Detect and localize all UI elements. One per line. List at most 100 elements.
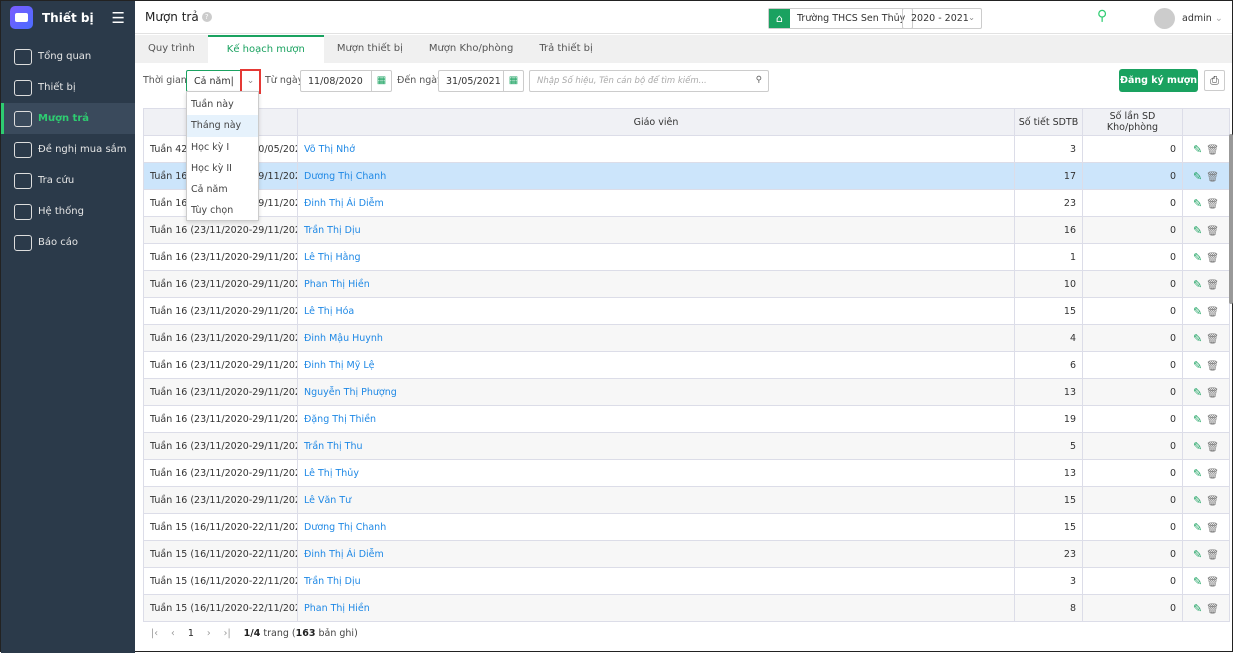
- tab-2[interactable]: Mượn thiết bị: [324, 35, 416, 63]
- delete-icon[interactable]: 🗑: [1206, 550, 1219, 561]
- teacher-link[interactable]: Nguyễn Thị Phượng: [297, 378, 1015, 406]
- edit-icon[interactable]: ✎: [1193, 305, 1202, 318]
- register-borrow-button[interactable]: Đăng ký mượn: [1119, 69, 1198, 92]
- dropdown-option[interactable]: Tháng này: [187, 115, 258, 137]
- delete-icon[interactable]: 🗑: [1206, 145, 1219, 156]
- edit-icon[interactable]: ✎: [1193, 602, 1202, 615]
- delete-icon[interactable]: 🗑: [1206, 442, 1219, 453]
- edit-icon[interactable]: ✎: [1193, 170, 1202, 183]
- edit-icon[interactable]: ✎: [1193, 332, 1202, 345]
- search-icon[interactable]: ⚲: [756, 75, 762, 85]
- delete-icon[interactable]: 🗑: [1206, 334, 1219, 345]
- table-row[interactable]: Tuần 15 (16/11/2020-22/11/2020) Trần Thị…: [143, 567, 1230, 595]
- delete-icon[interactable]: 🗑: [1206, 496, 1219, 507]
- sidebar-item-report[interactable]: Báo cáo: [1, 227, 135, 258]
- teacher-link[interactable]: Đặng Thị Thiền: [297, 405, 1015, 433]
- delete-icon[interactable]: 🗑: [1206, 388, 1219, 399]
- sidebar-item-equipment[interactable]: Thiết bị: [1, 72, 135, 103]
- delete-icon[interactable]: 🗑: [1206, 226, 1219, 237]
- edit-icon[interactable]: ✎: [1193, 494, 1202, 507]
- teacher-link[interactable]: Đinh Mậu Huynh: [297, 324, 1015, 352]
- dropdown-option[interactable]: Tùy chọn: [187, 200, 258, 221]
- table-row[interactable]: Tuần 16 (23/11/2020-29/11/2020) Lê Văn T…: [143, 486, 1230, 514]
- teacher-link[interactable]: Võ Thị Nhớ: [297, 135, 1015, 163]
- table-row[interactable]: Tuần 16 (23/11/2020-29/11/2020) Đinh Thị…: [143, 189, 1230, 217]
- sidebar-item-overview[interactable]: Tổng quan: [1, 41, 135, 72]
- teacher-link[interactable]: Lê Văn Tư: [297, 486, 1015, 514]
- teacher-link[interactable]: Lê Thị Hằng: [297, 243, 1015, 271]
- table-row[interactable]: Tuần 16 (23/11/2020-29/11/2020) Trần Thị…: [143, 432, 1230, 460]
- table-row[interactable]: Tuần 16 (23/11/2020-29/11/2020) Lê Thị H…: [143, 243, 1230, 271]
- teacher-link[interactable]: Dương Thị Chanh: [297, 162, 1015, 190]
- edit-icon[interactable]: ✎: [1193, 440, 1202, 453]
- dropdown-option[interactable]: Học kỳ I: [187, 137, 258, 158]
- edit-icon[interactable]: ✎: [1193, 224, 1202, 237]
- delete-icon[interactable]: 🗑: [1206, 253, 1219, 264]
- edit-icon[interactable]: ✎: [1193, 386, 1202, 399]
- edit-icon[interactable]: ✎: [1193, 278, 1202, 291]
- table-row[interactable]: Tuần 16 (23/11/2020-29/11/2020) Đặng Thị…: [143, 405, 1230, 433]
- current-page[interactable]: 1: [188, 628, 194, 639]
- sidebar-item-system[interactable]: Hệ thống: [1, 196, 135, 227]
- table-row[interactable]: Tuần 16 (23/11/2020-29/11/2020) Nguyễn T…: [143, 378, 1230, 406]
- edit-icon[interactable]: ✎: [1193, 143, 1202, 156]
- delete-icon[interactable]: 🗑: [1206, 172, 1219, 183]
- edit-icon[interactable]: ✎: [1193, 521, 1202, 534]
- delete-icon[interactable]: 🗑: [1206, 415, 1219, 426]
- table-row[interactable]: Tuần 16 (23/11/2020-29/11/2020) Lê Thị T…: [143, 459, 1230, 487]
- delete-icon[interactable]: 🗑: [1206, 280, 1219, 291]
- table-row[interactable]: Tuần 16 (23/11/2020-29/11/2020) Lê Thị H…: [143, 297, 1230, 325]
- teacher-link[interactable]: Dương Thị Chanh: [297, 513, 1015, 541]
- teacher-link[interactable]: Trần Thị Thu: [297, 432, 1015, 460]
- teacher-link[interactable]: Đinh Thị Mỹ Lệ: [297, 351, 1015, 379]
- help-icon[interactable]: ?: [201, 12, 212, 22]
- table-row[interactable]: Tuần 16 (23/11/2020-29/11/2020) Đinh Mậu…: [143, 324, 1230, 352]
- edit-icon[interactable]: ✎: [1193, 467, 1202, 480]
- teacher-link[interactable]: Lê Thị Hóa: [297, 297, 1015, 325]
- edit-icon[interactable]: ✎: [1193, 359, 1202, 372]
- first-page-icon[interactable]: |‹: [151, 628, 158, 639]
- table-row[interactable]: Tuần 16 (23/11/2020-29/11/2020) Đinh Thị…: [143, 351, 1230, 379]
- teacher-link[interactable]: Phan Thị Hiền: [297, 270, 1015, 298]
- search-tool-icon[interactable]: ⚲: [1097, 8, 1107, 24]
- teacher-link[interactable]: Đinh Thị Ái Diễm: [297, 540, 1015, 568]
- sidebar-item-borrow-return[interactable]: Mượn trả: [1, 103, 135, 134]
- sidebar-item-purchase-request[interactable]: Đề nghị mua sắm: [1, 134, 135, 165]
- from-date-input[interactable]: 11/08/2020 ▦: [300, 70, 392, 92]
- year-select[interactable]: 2020 - 2021 ⌄: [902, 8, 982, 29]
- teacher-link[interactable]: Phan Thị Hiền: [297, 594, 1015, 622]
- calendar-icon[interactable]: ▦: [503, 71, 523, 91]
- avatar[interactable]: [1154, 8, 1175, 29]
- table-row[interactable]: Tuần 16 (23/11/2020-29/11/2020) Trần Thị…: [143, 216, 1230, 244]
- delete-icon[interactable]: 🗑: [1206, 604, 1219, 615]
- delete-icon[interactable]: 🗑: [1206, 577, 1219, 588]
- table-row[interactable]: Tuần 15 (16/11/2020-22/11/2020) Dương Th…: [143, 513, 1230, 541]
- table-row[interactable]: Tuần 16 (23/11/2020-29/11/2020) Phan Thị…: [143, 270, 1230, 298]
- tab-0[interactable]: Quy trình: [135, 35, 208, 63]
- to-date-input[interactable]: 31/05/2021 ▦: [438, 70, 524, 92]
- teacher-link[interactable]: Lê Thị Thủy: [297, 459, 1015, 487]
- user-menu[interactable]: admin ⌄: [1182, 13, 1223, 24]
- scrollbar[interactable]: [1229, 134, 1233, 304]
- delete-icon[interactable]: 🗑: [1206, 523, 1219, 534]
- tab-1[interactable]: Kế hoạch mượn: [207, 35, 324, 63]
- delete-icon[interactable]: 🗑: [1206, 199, 1219, 210]
- dropdown-option[interactable]: Học kỳ II: [187, 158, 258, 179]
- prev-page-icon[interactable]: ‹: [171, 628, 175, 639]
- delete-icon[interactable]: 🗑: [1206, 307, 1219, 318]
- teacher-link[interactable]: Trần Thị Dịu: [297, 567, 1015, 595]
- school-selector[interactable]: ⌂ Trường THCS Sen Thủy: [768, 8, 914, 29]
- calendar-icon[interactable]: ▦: [371, 71, 391, 91]
- teacher-link[interactable]: Đinh Thị Ái Diễm: [297, 189, 1015, 217]
- print-icon[interactable]: ⎙: [1204, 70, 1225, 91]
- edit-icon[interactable]: ✎: [1193, 548, 1202, 561]
- search-input[interactable]: Nhập Số hiệu, Tên cán bộ để tìm kiếm... ⚲: [529, 70, 769, 92]
- tab-3[interactable]: Mượn Kho/phòng: [416, 35, 526, 63]
- last-page-icon[interactable]: ›|: [224, 628, 231, 639]
- teacher-link[interactable]: Trần Thị Dịu: [297, 216, 1015, 244]
- edit-icon[interactable]: ✎: [1193, 413, 1202, 426]
- table-row[interactable]: Tuần 15 (16/11/2020-22/11/2020) Phan Thị…: [143, 594, 1230, 622]
- table-row[interactable]: Tuần 42 (24/05/2021-30/05/2021) Võ Thị N…: [143, 135, 1230, 163]
- dropdown-option[interactable]: Tuần này: [187, 94, 258, 115]
- sidebar-item-lookup[interactable]: Tra cứu: [1, 165, 135, 196]
